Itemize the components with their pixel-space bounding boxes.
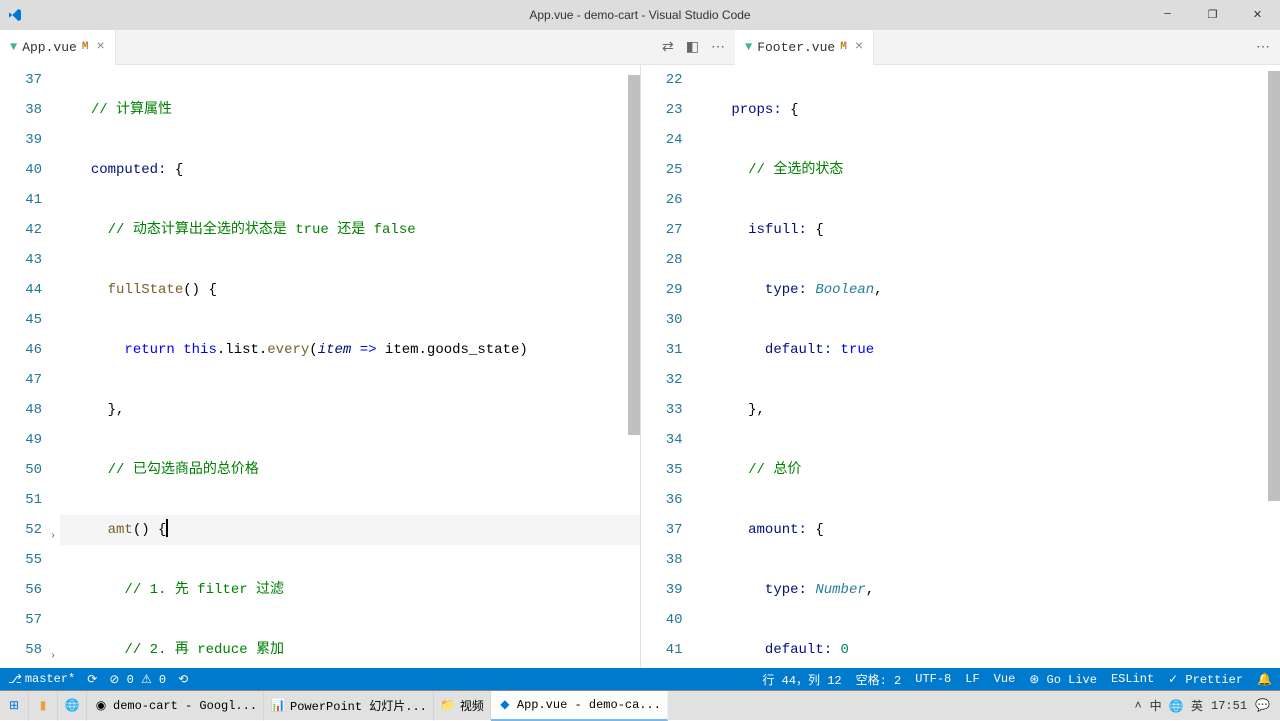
window-title: App.vue - demo-cart - Visual Studio Code: [529, 8, 750, 22]
taskbar-vscode[interactable]: ◆App.vue - demo-ca...: [491, 691, 668, 721]
encoding[interactable]: UTF-8: [915, 672, 951, 686]
tab-app-vue[interactable]: ▼ App.vue M ×: [0, 30, 116, 65]
taskbar-explorer[interactable]: 📁视频: [434, 691, 491, 721]
eslint[interactable]: ESLint: [1111, 672, 1154, 686]
left-editor-pane[interactable]: 37 38 39 40 41 42 43 44 45 46 47 48 49 5…: [0, 65, 641, 668]
taskbar-app[interactable]: ▮: [29, 691, 58, 721]
indent[interactable]: 空格: 2: [856, 671, 902, 688]
window-titlebar: App.vue - demo-cart - Visual Studio Code…: [0, 0, 1280, 30]
line-gutter: 37 38 39 40 41 42 43 44 45 46 47 48 49 5…: [0, 65, 60, 668]
close-button[interactable]: ✕: [1235, 0, 1280, 30]
tab-bar: ▼ App.vue M × ⇄ ◧ ⋯ ▼ Footer.vue M × ⋯: [0, 30, 1280, 65]
editor-area: 37 38 39 40 41 42 43 44 45 46 47 48 49 5…: [0, 65, 1280, 668]
clock[interactable]: 17:51: [1211, 699, 1247, 713]
close-icon[interactable]: ×: [855, 39, 863, 55]
notifications-icon[interactable]: 🔔: [1257, 672, 1272, 687]
problems[interactable]: ⊘ 0 ⚠ 0: [109, 672, 166, 687]
start-button[interactable]: ⊞: [0, 691, 29, 721]
minimize-button[interactable]: ─: [1145, 0, 1190, 30]
system-tray[interactable]: ˄ 中 🌐 英 17:51 💬: [1134, 697, 1280, 714]
maximize-button[interactable]: ❐: [1190, 0, 1235, 30]
close-icon[interactable]: ×: [96, 39, 104, 55]
notification-center-icon[interactable]: 💬: [1255, 698, 1270, 713]
right-editor-pane[interactable]: 22 23 24 25 26 27 28 29 30 31 32 33 34 3…: [641, 65, 1280, 668]
vue-icon: ▼: [10, 40, 17, 54]
vue-icon: ▼: [745, 40, 752, 54]
broadcast-icon[interactable]: ⟲: [178, 672, 188, 687]
code-content-right[interactable]: props: { // 全选的状态 isfull: { type: Boolea…: [701, 65, 1280, 668]
windows-taskbar: ⊞ ▮ 🌐 ◉demo-cart - Googl... 📊PowerPoint …: [0, 690, 1280, 720]
sync-button[interactable]: ⟳: [87, 672, 97, 687]
more-icon[interactable]: ⋯: [711, 39, 725, 56]
prettier[interactable]: ✓ Prettier: [1168, 672, 1243, 687]
language[interactable]: Vue: [994, 672, 1016, 686]
compare-icon[interactable]: ⇄: [662, 39, 674, 56]
cursor-position[interactable]: 行 44，列 12: [762, 671, 841, 688]
status-bar: ⎇ master* ⟳ ⊘ 0 ⚠ 0 ⟲ 行 44，列 12 空格: 2 UT…: [0, 668, 1280, 690]
eol[interactable]: LF: [965, 672, 979, 686]
git-branch[interactable]: ⎇ master*: [8, 672, 75, 687]
split-icon[interactable]: ◧: [686, 39, 699, 56]
scrollbar-vertical[interactable]: [628, 65, 640, 668]
more-icon[interactable]: ⋯: [1256, 39, 1270, 56]
code-content-left[interactable]: // 计算属性 computed: { // 动态计算出全选的状态是 true …: [60, 65, 640, 668]
fold-icon[interactable]: ›: [50, 522, 56, 552]
taskbar-chrome[interactable]: ◉demo-cart - Googl...: [87, 691, 264, 721]
tab-footer-vue[interactable]: ▼ Footer.vue M ×: [735, 30, 874, 65]
taskbar-powerpoint[interactable]: 📊PowerPoint 幻灯片...: [264, 691, 434, 721]
go-live[interactable]: ⊛ Go Live: [1029, 672, 1097, 687]
ime-indicator[interactable]: 中 🌐 英: [1150, 697, 1203, 714]
fold-icon[interactable]: ›: [50, 642, 56, 668]
taskbar-edge[interactable]: 🌐: [58, 691, 87, 721]
tray-chevron-icon[interactable]: ˄: [1134, 699, 1141, 713]
scrollbar-vertical[interactable]: [1268, 65, 1280, 668]
vscode-logo-icon: [0, 7, 30, 23]
line-gutter: 22 23 24 25 26 27 28 29 30 31 32 33 34 3…: [641, 65, 701, 668]
